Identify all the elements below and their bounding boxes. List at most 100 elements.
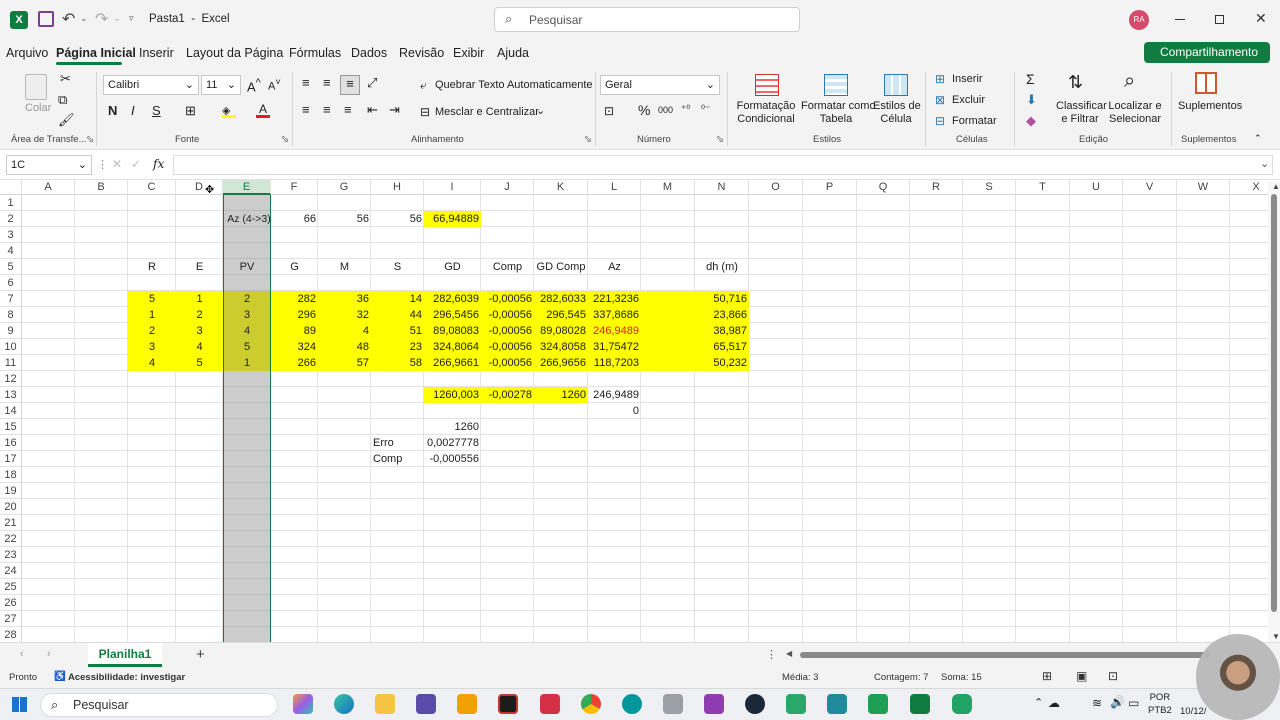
cell-d7[interactable]: 1 — [176, 291, 223, 307]
redo-dropdown-icon[interactable]: ⌄ — [113, 13, 121, 24]
scroll-thumb[interactable] — [1271, 194, 1277, 612]
prev-sheet-icon[interactable]: ‹ — [20, 648, 24, 660]
delete-cells-icon[interactable]: ⊠ — [935, 93, 945, 107]
wrap-text-icon[interactable]: ⤶ — [420, 78, 427, 93]
cell-e11[interactable]: 1 — [223, 355, 271, 371]
cell-d5[interactable]: E — [176, 259, 223, 275]
align-top-icon[interactable]: ≡ — [302, 75, 310, 90]
merge-icon[interactable]: ⊟ — [420, 105, 430, 119]
cell-i11[interactable]: 266,9661 — [424, 355, 481, 371]
fill-color-icon[interactable]: ◈ — [222, 104, 236, 118]
clock-date[interactable]: 10/12/ — [1180, 706, 1206, 717]
paste-icon[interactable] — [25, 74, 47, 100]
volume-icon[interactable]: 🔊 — [1110, 695, 1125, 709]
grow-font-icon[interactable]: A^ — [247, 77, 261, 94]
cell-e9[interactable]: 4 — [223, 323, 271, 339]
cell-j13[interactable]: -0,00278 — [481, 387, 534, 403]
row-header-17[interactable]: 17 — [0, 451, 22, 467]
row-header-25[interactable]: 25 — [0, 579, 22, 595]
battery-icon[interactable]: ▭ — [1128, 696, 1139, 710]
add-sheet-button[interactable]: + — [196, 646, 205, 663]
underline-button[interactable]: S — [152, 103, 161, 118]
clear-icon[interactable]: ◆ — [1026, 113, 1036, 129]
insert-function-icon[interactable]: fx — [153, 157, 164, 171]
increase-indent-icon[interactable]: ⇥ — [389, 102, 400, 118]
cell-i8[interactable]: 296,5456 — [424, 307, 481, 323]
avatar[interactable]: RA — [1129, 10, 1149, 30]
normal-view-icon[interactable]: ⊞ — [1042, 669, 1052, 683]
cell-h16[interactable]: Erro — [371, 435, 424, 451]
cell-i9[interactable]: 89,08083 — [424, 323, 481, 339]
font-name-select[interactable]: Calibri ⌄ — [103, 75, 199, 95]
chrome-icon[interactable] — [581, 694, 601, 714]
cut-icon[interactable]: ✂ — [60, 71, 71, 87]
undo-icon[interactable]: ↶ — [62, 9, 75, 29]
clipboard-launcher-icon[interactable]: ⬂ — [86, 134, 94, 145]
format-painter-icon[interactable]: 🖌 — [58, 112, 75, 128]
align-left-icon[interactable]: ≡ — [302, 102, 310, 117]
menu-pagina-inicial[interactable]: Página Inicial — [56, 46, 136, 60]
row-header-12[interactable]: 12 — [0, 371, 22, 387]
cell-g11[interactable]: 57 — [318, 355, 371, 371]
accessibility-status[interactable]: Acessibilidade: investigar — [68, 672, 185, 683]
row-header-6[interactable]: 6 — [0, 275, 22, 291]
scroll-up-icon[interactable]: ▲ — [1272, 182, 1280, 191]
row-header-26[interactable]: 26 — [0, 595, 22, 611]
addins-icon[interactable] — [1195, 72, 1217, 94]
cell-i16[interactable]: 0,0027778 — [424, 435, 481, 451]
cell-j10[interactable]: -0,00056 — [481, 339, 534, 355]
row-header-16[interactable]: 16 — [0, 435, 22, 451]
cell-g2[interactable]: 56 — [318, 211, 371, 227]
cell-g8[interactable]: 32 — [318, 307, 371, 323]
column-header-w[interactable]: W — [1177, 180, 1230, 195]
windows-start-icon[interactable] — [12, 697, 27, 712]
cell-c9[interactable]: 2 — [128, 323, 176, 339]
autocad-icon[interactable] — [540, 694, 560, 714]
share-button[interactable]: Compartilhamento — [1144, 42, 1270, 63]
cell-h9[interactable]: 51 — [371, 323, 424, 339]
menu-ajuda[interactable]: Ajuda — [497, 46, 529, 60]
format-as-table-button[interactable]: Formatar como Tabela — [801, 100, 876, 126]
app-green-tool-icon[interactable] — [786, 694, 806, 714]
conditional-formatting-icon[interactable] — [755, 74, 779, 96]
menu-inserir[interactable]: Inserir — [139, 46, 174, 60]
file-explorer-icon[interactable] — [375, 694, 395, 714]
collapse-ribbon-icon[interactable]: ⌃ — [1254, 133, 1262, 144]
cell-k9[interactable]: 89,08028 — [534, 323, 588, 339]
row-header-3[interactable]: 3 — [0, 227, 22, 243]
next-sheet-icon[interactable]: › — [47, 648, 51, 660]
sheet-tab-planilha1[interactable]: Planilha1 — [88, 643, 162, 667]
cell-l11[interactable]: 118,7203 — [588, 355, 641, 371]
cancel-icon[interactable]: ✕ — [112, 157, 122, 171]
tab-options-icon[interactable]: ⋮ — [766, 648, 777, 661]
close-icon[interactable]: ✕ — [1255, 10, 1267, 27]
menu-revisao[interactable]: Revisão — [399, 46, 444, 60]
cell-k11[interactable]: 266,9656 — [534, 355, 588, 371]
status-sum[interactable]: Soma: 15 — [941, 672, 982, 683]
row-header-8[interactable]: 8 — [0, 307, 22, 323]
tray-chevron-icon[interactable]: ⌃ — [1034, 696, 1043, 709]
steam-icon[interactable] — [745, 694, 765, 714]
font-size-select[interactable]: 11 ⌄ — [201, 75, 241, 95]
column-header-s[interactable]: S — [963, 180, 1016, 195]
page-layout-icon[interactable]: ▣ — [1076, 669, 1087, 683]
format-as-table-icon[interactable] — [824, 74, 848, 96]
cell-i2[interactable]: 66,94889 — [424, 211, 481, 227]
column-header-c[interactable]: C — [128, 180, 176, 195]
undo-dropdown-icon[interactable]: ⌄ — [80, 13, 88, 24]
cell-d11[interactable]: 5 — [176, 355, 223, 371]
cell-j11[interactable]: -0,00056 — [481, 355, 534, 371]
cell-g7[interactable]: 36 — [318, 291, 371, 307]
row-header-20[interactable]: 20 — [0, 499, 22, 515]
column-header-j[interactable]: J — [481, 180, 534, 195]
cell-f5[interactable]: G — [271, 259, 318, 275]
cell-h17[interactable]: Comp — [371, 451, 424, 467]
row-header-11[interactable]: 11 — [0, 355, 22, 371]
cell-k7[interactable]: 282,6033 — [534, 291, 588, 307]
cell-styles-icon[interactable] — [884, 74, 908, 96]
column-header-u[interactable]: U — [1070, 180, 1123, 195]
column-header-d[interactable]: D — [176, 180, 223, 195]
row-header-19[interactable]: 19 — [0, 483, 22, 499]
cell-f8[interactable]: 296 — [271, 307, 318, 323]
cell-h11[interactable]: 58 — [371, 355, 424, 371]
